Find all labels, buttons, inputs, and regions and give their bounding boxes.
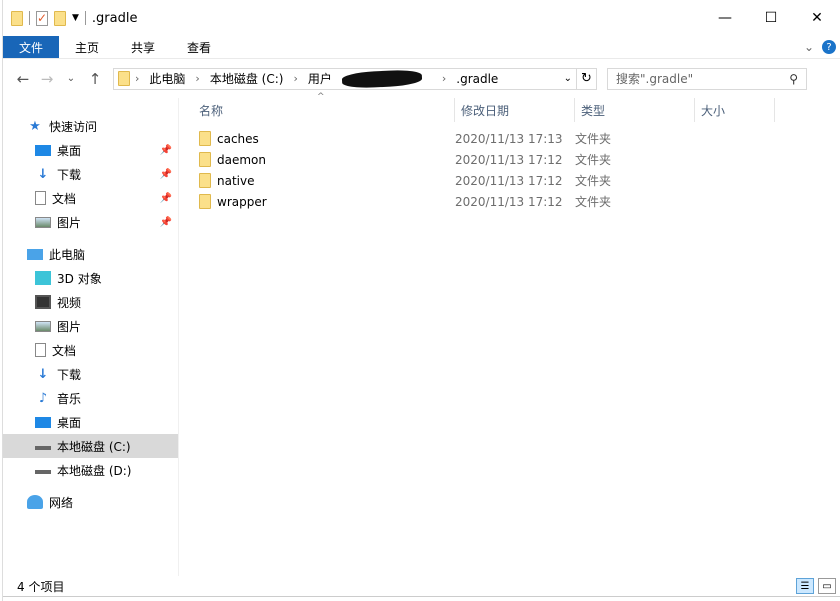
tab-view[interactable]: 查看 bbox=[171, 36, 227, 58]
drive-c-icon bbox=[35, 442, 51, 450]
file-row[interactable]: native 2020/11/13 17:12 文件夹 bbox=[179, 170, 840, 191]
sidebar-item-pictures[interactable]: 图片 📌 bbox=[3, 210, 178, 234]
pin-icon[interactable]: 📌 bbox=[160, 193, 172, 204]
drive-icon bbox=[35, 466, 51, 474]
sidebar-item-documents[interactable]: 文档 bbox=[3, 338, 178, 362]
navigation-pane: ★ 快速访问 桌面 📌 ↓ 下载 📌 文档 📌 图片 📌 此电脑 3D 对象 视频 图片 文… bbox=[3, 98, 179, 576]
recent-locations-button[interactable]: ⌄ bbox=[59, 73, 83, 84]
tab-file[interactable]: 文件 bbox=[3, 36, 59, 58]
explorer-window: ✓ ▼ .gradle — ☐ ✕ 文件 主页 共享 查看 ⌄ ? ← → ⌄ … bbox=[3, 0, 840, 597]
details-view-icon[interactable]: ☰ bbox=[796, 578, 814, 594]
desktop-icon bbox=[35, 144, 51, 156]
chevron-right-icon[interactable]: › bbox=[195, 72, 199, 85]
sidebar-item-network[interactable]: 网络 bbox=[3, 490, 178, 514]
folder-icon bbox=[199, 194, 211, 209]
large-icons-view-icon[interactable]: ▭ bbox=[818, 578, 836, 594]
item-count: 4 个项目 bbox=[17, 579, 65, 594]
folder-icon bbox=[199, 152, 211, 167]
minimize-button[interactable]: — bbox=[702, 0, 748, 36]
computer-icon bbox=[27, 248, 43, 260]
redaction-scribble bbox=[341, 68, 423, 89]
folder-icon bbox=[118, 71, 130, 86]
chevron-right-icon[interactable]: › bbox=[135, 72, 139, 85]
chevron-down-icon[interactable]: ⌄ bbox=[564, 73, 572, 84]
status-bar: 4 个项目 ☰ ▭ bbox=[3, 576, 840, 596]
music-icon: ♪ bbox=[38, 390, 48, 406]
column-headers: ^ 名称 修改日期 类型 大小 bbox=[179, 92, 840, 122]
customize-toolbar-icon[interactable]: ▼ bbox=[72, 13, 79, 23]
cube-icon bbox=[35, 271, 51, 285]
search-input[interactable]: 搜索".gradle" ⚲ bbox=[607, 67, 807, 90]
ribbon-tabs: 文件 主页 共享 查看 ⌄ ? bbox=[3, 36, 840, 58]
expand-ribbon-icon[interactable]: ⌄ bbox=[804, 40, 814, 54]
sidebar-item-3d-objects[interactable]: 3D 对象 bbox=[3, 266, 178, 290]
sidebar-item-downloads[interactable]: ↓ 下载 📌 bbox=[3, 162, 178, 186]
folder-icon bbox=[199, 173, 211, 188]
close-button[interactable]: ✕ bbox=[794, 0, 840, 36]
breadcrumb-gradle[interactable]: .gradle bbox=[456, 72, 498, 86]
file-list: ^ 名称 修改日期 类型 大小 caches 2020/11/13 17:13 文件… bbox=[179, 92, 840, 576]
sidebar-item-downloads[interactable]: ↓ 下载 bbox=[3, 362, 178, 386]
sidebar-item-pictures[interactable]: 图片 bbox=[3, 314, 178, 338]
picture-icon bbox=[35, 320, 51, 332]
new-folder-icon[interactable] bbox=[54, 10, 66, 26]
sidebar-item-drive-c[interactable]: 本地磁盘 (C:) bbox=[3, 434, 178, 458]
picture-icon bbox=[35, 216, 51, 228]
window-title: .gradle bbox=[91, 10, 138, 26]
refresh-button[interactable]: ↻ bbox=[576, 68, 596, 89]
back-button[interactable]: ← bbox=[11, 70, 35, 88]
video-icon bbox=[35, 295, 51, 309]
sidebar-item-drive-d[interactable]: 本地磁盘 (D:) bbox=[3, 458, 178, 482]
document-icon bbox=[35, 191, 46, 205]
title-bar: ✓ ▼ .gradle — ☐ ✕ bbox=[3, 0, 840, 36]
sidebar-item-desktop[interactable]: 桌面 bbox=[3, 410, 178, 434]
search-placeholder: 搜索".gradle" bbox=[616, 72, 694, 86]
divider bbox=[29, 11, 30, 25]
document-icon bbox=[35, 343, 46, 357]
sidebar-item-documents[interactable]: 文档 📌 bbox=[3, 186, 178, 210]
maximize-button[interactable]: ☐ bbox=[748, 0, 794, 36]
column-date-modified[interactable]: 修改日期 bbox=[455, 98, 575, 122]
file-row[interactable]: wrapper 2020/11/13 17:12 文件夹 bbox=[179, 191, 840, 212]
breadcrumb-drive-c[interactable]: 本地磁盘 (C:) bbox=[210, 70, 284, 87]
chevron-right-icon[interactable]: › bbox=[293, 72, 297, 85]
download-icon: ↓ bbox=[37, 166, 49, 182]
address-bar[interactable]: › 此电脑 › 本地磁盘 (C:) › 用户 › .gradle ⌄ ↻ bbox=[113, 67, 597, 90]
divider bbox=[84, 11, 86, 25]
navigation-bar: ← → ⌄ ↑ › 此电脑 › 本地磁盘 (C:) › 用户 › .gradle… bbox=[3, 58, 840, 98]
pin-icon[interactable]: 📌 bbox=[160, 145, 172, 156]
chevron-right-icon[interactable]: › bbox=[442, 72, 446, 85]
sidebar-item-quick-access[interactable]: ★ 快速访问 bbox=[3, 114, 178, 138]
folder-icon bbox=[199, 131, 211, 146]
breadcrumb-users[interactable]: 用户 bbox=[308, 70, 332, 87]
column-type[interactable]: 类型 bbox=[575, 98, 695, 122]
pin-icon[interactable]: 📌 bbox=[160, 217, 172, 228]
properties-icon[interactable]: ✓ bbox=[36, 10, 48, 26]
file-row[interactable]: caches 2020/11/13 17:13 文件夹 bbox=[179, 128, 840, 149]
sidebar-item-videos[interactable]: 视频 bbox=[3, 290, 178, 314]
network-icon bbox=[27, 495, 43, 509]
sidebar-item-music[interactable]: ♪ 音乐 bbox=[3, 386, 178, 410]
tab-home[interactable]: 主页 bbox=[59, 36, 115, 58]
star-icon: ★ bbox=[29, 118, 41, 134]
sidebar-item-desktop[interactable]: 桌面 📌 bbox=[3, 138, 178, 162]
column-size[interactable]: 大小 bbox=[695, 98, 775, 122]
tab-share[interactable]: 共享 bbox=[115, 36, 171, 58]
help-icon[interactable]: ? bbox=[822, 40, 836, 54]
desktop-icon bbox=[35, 416, 51, 428]
sidebar-item-this-pc[interactable]: 此电脑 bbox=[3, 242, 178, 266]
breadcrumb-this-pc[interactable]: 此电脑 bbox=[149, 70, 185, 87]
download-icon: ↓ bbox=[37, 366, 49, 382]
sort-ascending-icon: ^ bbox=[317, 92, 325, 102]
search-icon: ⚲ bbox=[789, 71, 798, 86]
up-button[interactable]: ↑ bbox=[83, 70, 107, 88]
forward-button[interactable]: → bbox=[35, 70, 59, 88]
folder-icon bbox=[11, 10, 23, 26]
file-row[interactable]: daemon 2020/11/13 17:12 文件夹 bbox=[179, 149, 840, 170]
pin-icon[interactable]: 📌 bbox=[160, 169, 172, 180]
